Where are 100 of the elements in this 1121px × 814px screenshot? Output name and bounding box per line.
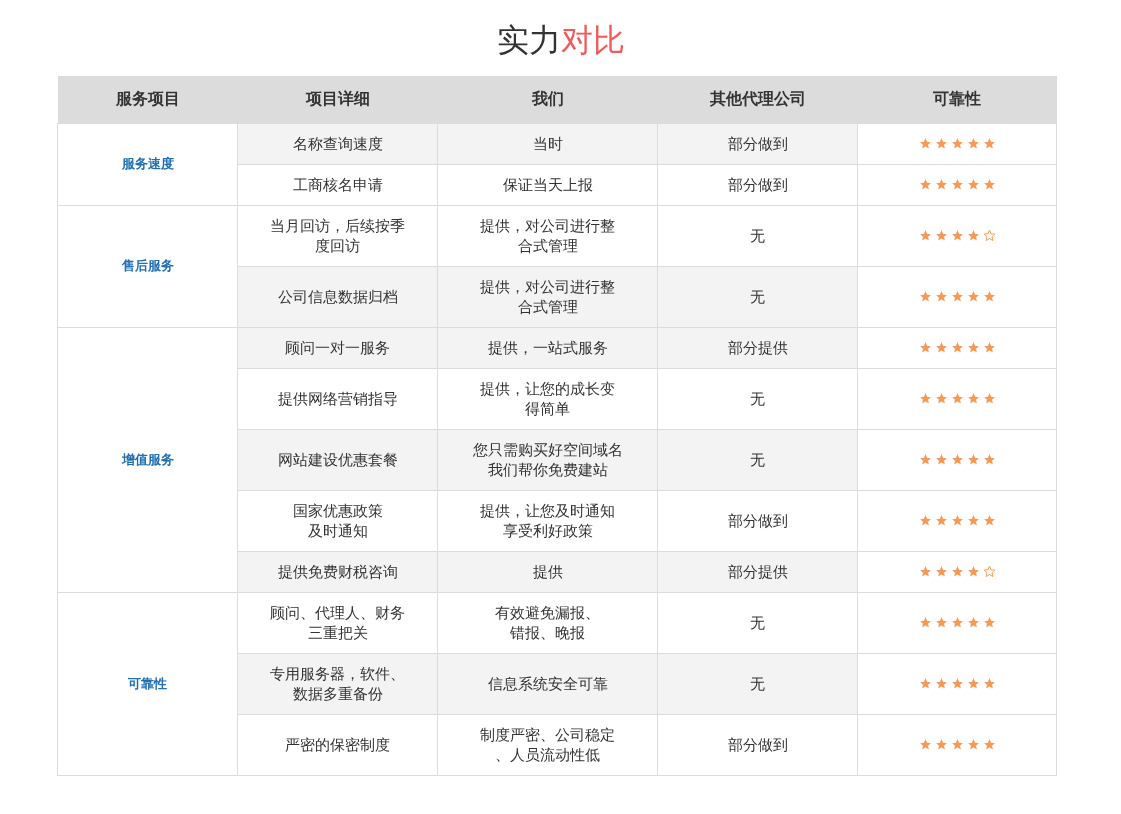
star-icon xyxy=(918,514,932,527)
star-icon xyxy=(966,616,980,629)
star-icon xyxy=(934,290,948,303)
cell-text-line: 度回访 xyxy=(315,235,360,256)
star-icon xyxy=(982,178,996,191)
cell-text-line: 公司信息数据归档 xyxy=(277,286,398,307)
star-icon xyxy=(982,341,996,354)
cell-text-line: 及时通知 xyxy=(307,520,368,541)
star-icon xyxy=(966,738,980,751)
table-cell: 无 xyxy=(657,592,858,653)
cell-text-line: 享受利好政策 xyxy=(502,520,593,541)
star-icon xyxy=(918,565,932,578)
column-header: 可靠性 xyxy=(857,76,1057,123)
cell-text-line: 我们帮你免费建站 xyxy=(487,459,608,480)
cell-text-line: 提供，让您的成长变 xyxy=(480,378,615,399)
star-icon xyxy=(950,392,964,405)
cell-text-line: 当时 xyxy=(532,133,563,154)
star-icon xyxy=(982,738,996,751)
star-icon xyxy=(966,290,980,303)
table-cell: 部分做到 xyxy=(657,714,858,775)
star-icon xyxy=(934,178,948,191)
cell-text-line: 专用服务器，软件、 xyxy=(270,663,405,684)
star-icon xyxy=(918,677,932,690)
table-cell: 部分做到 xyxy=(657,164,858,205)
star-icon xyxy=(966,514,980,527)
cell-text-line: 您只需购买好空间域名 xyxy=(472,439,623,460)
column-header: 项目详细 xyxy=(237,76,438,123)
star-icon xyxy=(950,565,964,578)
table-cell: 无 xyxy=(657,653,858,714)
cell-text-line: 提供，一站式服务 xyxy=(487,337,608,358)
cell-text-line: 得简单 xyxy=(525,398,570,419)
table-cell: 无 xyxy=(657,429,858,490)
category-cell: 增值服务 xyxy=(57,327,238,592)
cell-text-line: 网站建设优惠套餐 xyxy=(277,449,398,470)
star-icon xyxy=(918,392,932,405)
cell-text-line: 顾问一对一服务 xyxy=(285,337,390,358)
star-icon xyxy=(966,565,980,578)
cell-text-line: 提供网络营销指导 xyxy=(277,388,398,409)
empty-star-icon xyxy=(982,565,996,578)
cell-text-line: 合式管理 xyxy=(517,296,578,317)
star-icon xyxy=(982,392,996,405)
star-icon xyxy=(982,514,996,527)
category-cell: 可靠性 xyxy=(57,592,238,775)
page-title: 对比 xyxy=(560,20,625,61)
star-icon xyxy=(966,137,980,150)
column-header: 其他代理公司 xyxy=(657,76,858,123)
cell-text-line: 提供，对公司进行整 xyxy=(480,276,615,297)
table-cell: 部分提供 xyxy=(657,551,858,592)
cell-text-line: 三重把关 xyxy=(307,622,368,643)
cell-text-line: 当月回访，后续按季 xyxy=(270,215,405,236)
star-icon xyxy=(918,290,932,303)
star-icon xyxy=(918,616,932,629)
cell-text-line: 提供免费财税咨询 xyxy=(277,561,398,582)
star-icon xyxy=(966,229,980,242)
star-icon xyxy=(950,137,964,150)
cell-text-line: 顾问、代理人、财务 xyxy=(270,602,405,623)
cell-text-line: 信息系统安全可靠 xyxy=(487,673,608,694)
star-icon xyxy=(934,514,948,527)
empty-star-icon xyxy=(982,229,996,242)
star-icon xyxy=(982,677,996,690)
category-cell: 售后服务 xyxy=(57,205,238,327)
star-icon xyxy=(966,453,980,466)
column-header: 我们 xyxy=(437,76,658,123)
star-icon xyxy=(950,514,964,527)
star-icon xyxy=(950,290,964,303)
cell-text-line: 、人员流动性低 xyxy=(495,744,600,765)
star-icon xyxy=(950,453,964,466)
star-icon xyxy=(950,616,964,629)
cell-text-line: 制度严密、公司稳定 xyxy=(480,724,615,745)
star-icon xyxy=(950,738,964,751)
star-icon xyxy=(934,137,948,150)
star-icon xyxy=(918,137,932,150)
star-icon xyxy=(950,341,964,354)
star-icon xyxy=(934,738,948,751)
cell-text-line: 数据多重备份 xyxy=(292,683,383,704)
table-cell: 部分做到 xyxy=(657,123,858,164)
star-icon xyxy=(934,229,948,242)
table-cell: 无 xyxy=(657,368,858,429)
star-icon xyxy=(918,738,932,751)
column-header: 服务项目 xyxy=(57,76,238,123)
star-icon xyxy=(982,290,996,303)
star-icon xyxy=(934,341,948,354)
category-cell: 服务速度 xyxy=(57,123,238,205)
star-icon xyxy=(982,137,996,150)
star-icon xyxy=(966,677,980,690)
cell-text-line: 提供，对公司进行整 xyxy=(480,215,615,236)
star-icon xyxy=(918,341,932,354)
star-icon xyxy=(982,616,996,629)
star-icon xyxy=(966,178,980,191)
table-cell: 部分做到 xyxy=(657,490,858,551)
cell-text-line: 合式管理 xyxy=(517,235,578,256)
star-icon xyxy=(934,453,948,466)
table-cell: 部分提供 xyxy=(657,327,858,368)
star-icon xyxy=(918,229,932,242)
star-icon xyxy=(934,565,948,578)
star-icon xyxy=(918,453,932,466)
star-icon xyxy=(982,453,996,466)
cell-text-line: 保证当天上报 xyxy=(502,174,593,195)
star-icon xyxy=(934,392,948,405)
cell-text-line: 错报、晚报 xyxy=(510,622,585,643)
